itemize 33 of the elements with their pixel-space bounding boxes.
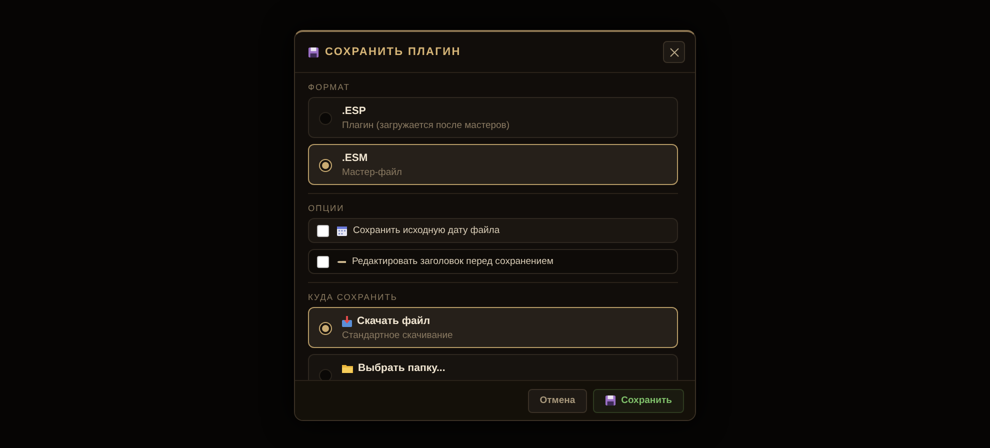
option-label: Сохранить исходную дату файла bbox=[353, 225, 500, 236]
radio-button[interactable] bbox=[319, 159, 332, 172]
close-icon bbox=[670, 48, 678, 56]
download-tray-icon bbox=[342, 316, 352, 326]
option-description: Плагин (загружается после мастеров) bbox=[342, 120, 510, 131]
option-card[interactable]: Скачать файл Стандартное скачивание bbox=[308, 307, 678, 348]
cancel-button[interactable]: Отмена bbox=[528, 388, 588, 412]
radio-button[interactable] bbox=[319, 369, 332, 380]
section-label: ФОРМАТ bbox=[308, 82, 351, 92]
option-label: Редактировать заголовок перед сохранением bbox=[352, 256, 554, 267]
option-description: Мастер-файл bbox=[342, 167, 402, 178]
section-label: ОПЦИИ bbox=[308, 203, 346, 213]
checkbox[interactable] bbox=[317, 256, 329, 268]
section-label: КУДА СОХРАНИТЬ bbox=[308, 292, 398, 302]
option-title: Выбрать папку... bbox=[358, 362, 446, 374]
option-card[interactable]: Выбрать папку... bbox=[308, 354, 678, 380]
option-card[interactable]: .ESP Плагин (загружается после мастеров) bbox=[308, 97, 678, 138]
close-button[interactable] bbox=[663, 41, 685, 63]
dialog-title: СОХРАНИТЬ ПЛАГИН bbox=[325, 46, 462, 58]
pencil-icon bbox=[337, 260, 346, 264]
calendar-icon bbox=[337, 226, 347, 236]
option-title: Скачать файл bbox=[357, 315, 430, 327]
option-description: Стандартное скачивание bbox=[342, 330, 453, 341]
radio-button[interactable] bbox=[319, 322, 332, 335]
folder-icon bbox=[342, 364, 353, 372]
option-row[interactable]: Сохранить исходную дату файла bbox=[308, 218, 678, 243]
option-card[interactable]: .ESM Мастер-файл bbox=[308, 144, 678, 185]
option-title: .ESM bbox=[342, 152, 368, 164]
save-button[interactable]: Сохранить bbox=[593, 388, 684, 412]
option-row[interactable]: Редактировать заголовок перед сохранением bbox=[308, 249, 678, 274]
option-title: .ESP bbox=[342, 105, 366, 117]
checkbox[interactable] bbox=[317, 224, 329, 236]
radio-button[interactable] bbox=[319, 112, 332, 125]
